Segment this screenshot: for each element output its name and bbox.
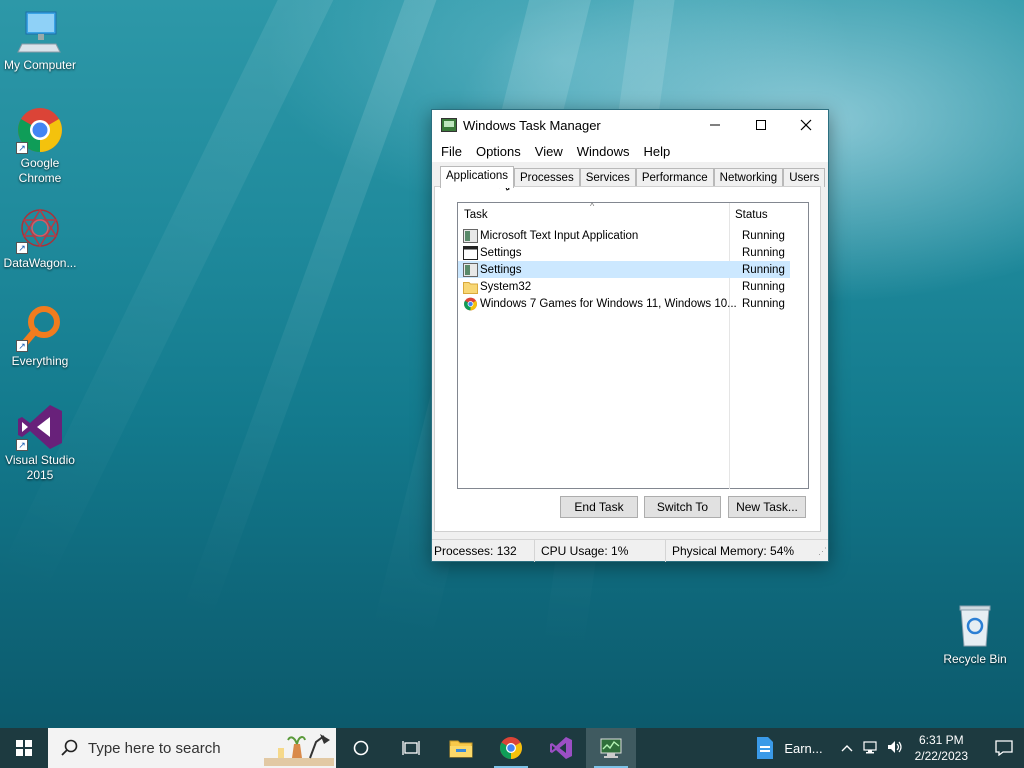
folder-icon (463, 280, 478, 294)
chevron-up-icon[interactable] (841, 741, 853, 755)
tab-applications[interactable]: Applications (440, 166, 515, 188)
maximize-button[interactable] (738, 110, 784, 140)
search-highlight-illustration-icon (264, 734, 334, 766)
minimize-button[interactable] (692, 110, 738, 140)
desktop-icon-my-computer[interactable]: My Computer (0, 8, 80, 73)
end-task-button[interactable]: End Task (560, 496, 638, 518)
clock[interactable]: 6:31 PM 2/22/2023 (915, 732, 968, 764)
menu-view[interactable]: View (528, 144, 570, 159)
visual-studio-icon (550, 737, 572, 759)
desktop-icon-datawagon[interactable]: ↗ DataWagon... (0, 206, 80, 271)
maximize-icon (756, 120, 766, 130)
notification-icon (995, 740, 1013, 756)
cortana-circle-icon (353, 740, 369, 756)
taskbar-search-box[interactable]: Type here to search (48, 728, 336, 768)
applications-panel: ^ Task Status Microsoft Text Input Appli… (434, 186, 821, 532)
tab-users[interactable]: Users (783, 168, 826, 187)
menu-bar: File Options View Windows Help (432, 140, 828, 162)
desktop-icon-recycle-bin[interactable]: Recycle Bin (935, 602, 1015, 667)
task-list[interactable]: ^ Task Status Microsoft Text Input Appli… (457, 201, 809, 489)
app-window-icon (463, 228, 478, 243)
shortcut-arrow-icon: ↗ (16, 439, 28, 451)
search-placeholder: Type here to search (88, 739, 221, 757)
network-icon[interactable] (863, 740, 879, 757)
shortcut-arrow-icon: ↗ (16, 142, 28, 154)
computer-icon (16, 8, 64, 56)
menu-windows[interactable]: Windows (570, 144, 637, 159)
desktop-icon-everything[interactable]: ↗ Everything (0, 304, 80, 369)
news-widget-icon (757, 737, 774, 759)
task-view-icon (402, 741, 420, 755)
close-icon (800, 119, 812, 131)
task-manager-icon (600, 738, 622, 758)
tab-processes[interactable]: Processes (514, 168, 580, 187)
status-cpu: CPU Usage: 1% (535, 539, 666, 562)
desktop-icon-google-chrome[interactable]: ↗ Google Chrome (0, 106, 80, 186)
table-row[interactable]: Settings Running (458, 244, 808, 261)
table-row[interactable]: System32 Running (458, 278, 808, 295)
taskbar-chrome[interactable] (486, 728, 536, 768)
datawagon-icon: ↗ (16, 206, 64, 254)
shortcut-arrow-icon: ↗ (16, 340, 28, 352)
task-view-button[interactable] (386, 728, 436, 768)
status-bar: Processes: 132 CPU Usage: 1% Physical Me… (432, 539, 828, 562)
close-button[interactable] (783, 110, 829, 140)
taskbar-task-manager[interactable] (586, 728, 636, 768)
resize-grip-icon[interactable]: ⋰ (816, 540, 827, 562)
magnifier-icon: ↗ (16, 304, 64, 352)
tab-performance[interactable]: Performance (635, 168, 714, 187)
tab-services[interactable]: Services (579, 168, 636, 187)
task-manager-window[interactable]: Windows Task Manager File Options View W… (431, 109, 829, 562)
desktop-icon-visual-studio[interactable]: ↗ Visual Studio 2015 (0, 403, 80, 483)
taskbar: Type here to search Earn... 6:31 PM 2/22… (0, 728, 1024, 768)
tab-networking[interactable]: Networking (713, 168, 784, 187)
cortana-button[interactable] (336, 728, 386, 768)
clock-time: 6:31 PM (918, 733, 964, 747)
windows-logo-icon (16, 740, 32, 756)
table-row[interactable]: Microsoft Text Input Application Running (458, 227, 808, 244)
folder-icon (449, 740, 473, 758)
list-header: ^ Task Status (458, 201, 808, 227)
taskbar-file-explorer[interactable] (436, 728, 486, 768)
minimize-icon (710, 124, 720, 126)
weather-label: Earn... (784, 740, 823, 756)
tab-strip: Applications Processes Services Performa… (440, 166, 826, 188)
recycle-bin-icon (951, 602, 999, 650)
window-title: Windows Task Manager (463, 117, 601, 133)
system-tray: Earn... 6:31 PM 2/22/2023 (756, 728, 1024, 768)
weather-widget[interactable]: Earn... (756, 736, 823, 760)
visual-studio-icon: ↗ (16, 403, 64, 451)
menu-help[interactable]: Help (636, 144, 677, 159)
clock-date: 2/22/2023 (914, 749, 968, 763)
chrome-icon (500, 737, 522, 759)
start-button[interactable] (0, 728, 48, 768)
title-bar[interactable]: Windows Task Manager (432, 110, 828, 140)
menu-options[interactable]: Options (469, 144, 528, 159)
task-manager-icon (441, 118, 457, 132)
table-row[interactable]: Windows 7 Games for Windows 11, Windows … (458, 295, 808, 312)
menu-file[interactable]: File (434, 144, 469, 159)
status-processes: Processes: 132 (432, 539, 535, 562)
chrome-icon (463, 297, 478, 311)
sort-arrow-icon: ^ (590, 201, 595, 211)
switch-to-button[interactable]: Switch To (644, 496, 721, 518)
window-icon (463, 245, 478, 260)
action-center-button[interactable] (984, 728, 1024, 768)
status-memory: Physical Memory: 54% (672, 543, 795, 558)
table-row-selected[interactable]: Settings Running (458, 261, 790, 278)
taskbar-visual-studio[interactable] (536, 728, 586, 768)
app-window-icon (463, 262, 478, 277)
volume-icon[interactable] (887, 740, 903, 757)
shortcut-arrow-icon: ↗ (16, 242, 28, 254)
new-task-button[interactable]: New Task... (728, 496, 806, 518)
chrome-icon: ↗ (16, 106, 64, 154)
search-icon (61, 739, 78, 756)
column-header-status[interactable]: Status (730, 203, 768, 227)
